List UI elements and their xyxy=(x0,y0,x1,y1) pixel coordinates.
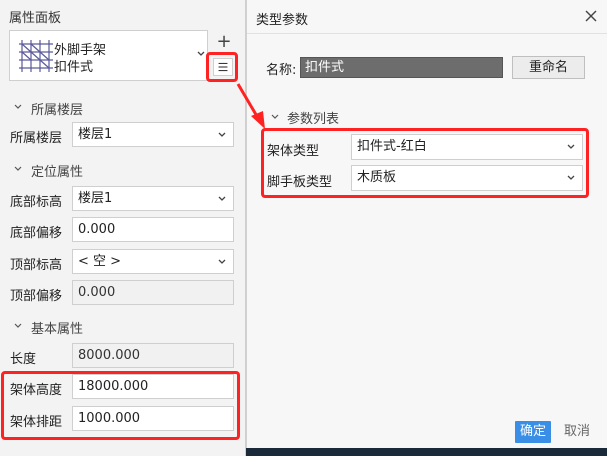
name-input[interactable]: 扣件式 xyxy=(300,57,503,78)
type-selector[interactable]: 外脚手架 扣件式 xyxy=(9,30,208,81)
param-list-label: 参数列表 xyxy=(287,112,340,127)
top-level-value: < 空 > xyxy=(78,254,122,269)
highlight-param-list xyxy=(261,128,589,198)
base-offset-row: 底部偏移 0.000 xyxy=(0,217,246,243)
base-level-row: 底部标高 楼层1 xyxy=(0,186,246,212)
rename-button[interactable]: 重命名 xyxy=(512,56,585,79)
cancel-button[interactable]: 取消 xyxy=(559,421,595,443)
base-level-label: 底部标高 xyxy=(10,195,63,210)
section-label: 定位属性 xyxy=(31,165,84,180)
annotation-arrow xyxy=(236,83,265,129)
dialog-header: 类型参数 xyxy=(247,0,607,34)
base-level-select[interactable]: 楼层1 xyxy=(72,186,234,211)
section-basic-header[interactable]: 基本属性 xyxy=(0,318,246,337)
top-level-row: 顶部标高 < 空 > xyxy=(0,249,246,275)
chevron-down-icon xyxy=(218,132,226,137)
scaffold-icon xyxy=(19,40,53,72)
length-readonly: 8000.000 xyxy=(72,343,234,368)
top-offset-row: 顶部偏移 0.000 xyxy=(0,280,246,306)
floor-row: 所属楼层 楼层1 xyxy=(0,122,246,148)
section-position-header[interactable]: 定位属性 xyxy=(0,161,246,180)
top-level-label: 顶部标高 xyxy=(10,258,63,273)
panel-title: 属性面板 xyxy=(9,11,62,26)
base-offset-label: 底部偏移 xyxy=(10,226,63,241)
chevron-down-icon xyxy=(218,196,226,201)
type-params-dialog: 类型参数 名称: 扣件式 重命名 参数列表 架体类型 扣件式-红白 脚手板类型 … xyxy=(246,0,607,448)
chevron-down-icon xyxy=(14,166,22,171)
type-name-secondary: 扣件式 xyxy=(54,60,94,75)
length-label: 长度 xyxy=(10,352,37,367)
add-type-button[interactable]: + xyxy=(214,32,234,52)
dialog-title: 类型参数 xyxy=(256,13,309,28)
base-level-value: 楼层1 xyxy=(78,191,113,206)
floor-value: 楼层1 xyxy=(78,127,113,142)
top-offset-label: 顶部偏移 xyxy=(10,289,63,304)
chevron-down-icon xyxy=(218,259,226,264)
floor-select[interactable]: 楼层1 xyxy=(72,122,234,147)
chevron-down-icon xyxy=(14,104,22,109)
length-row: 长度 8000.000 xyxy=(0,343,246,369)
param-list-header[interactable]: 参数列表 xyxy=(247,108,447,127)
section-floor-header[interactable]: 所属楼层 xyxy=(0,99,246,118)
chevron-down-icon xyxy=(14,323,22,328)
floor-label: 所属楼层 xyxy=(10,131,63,146)
close-icon[interactable] xyxy=(584,9,598,23)
section-label: 所属楼层 xyxy=(31,103,84,118)
highlight-frame-params xyxy=(1,371,240,440)
ok-button[interactable]: 确定 xyxy=(515,421,551,443)
top-level-select[interactable]: < 空 > xyxy=(72,249,234,274)
base-offset-input[interactable]: 0.000 xyxy=(72,217,234,242)
name-label: 名称: xyxy=(266,63,297,78)
top-offset-readonly: 0.000 xyxy=(72,280,234,305)
section-label: 基本属性 xyxy=(31,322,84,337)
chevron-down-icon xyxy=(197,51,205,56)
